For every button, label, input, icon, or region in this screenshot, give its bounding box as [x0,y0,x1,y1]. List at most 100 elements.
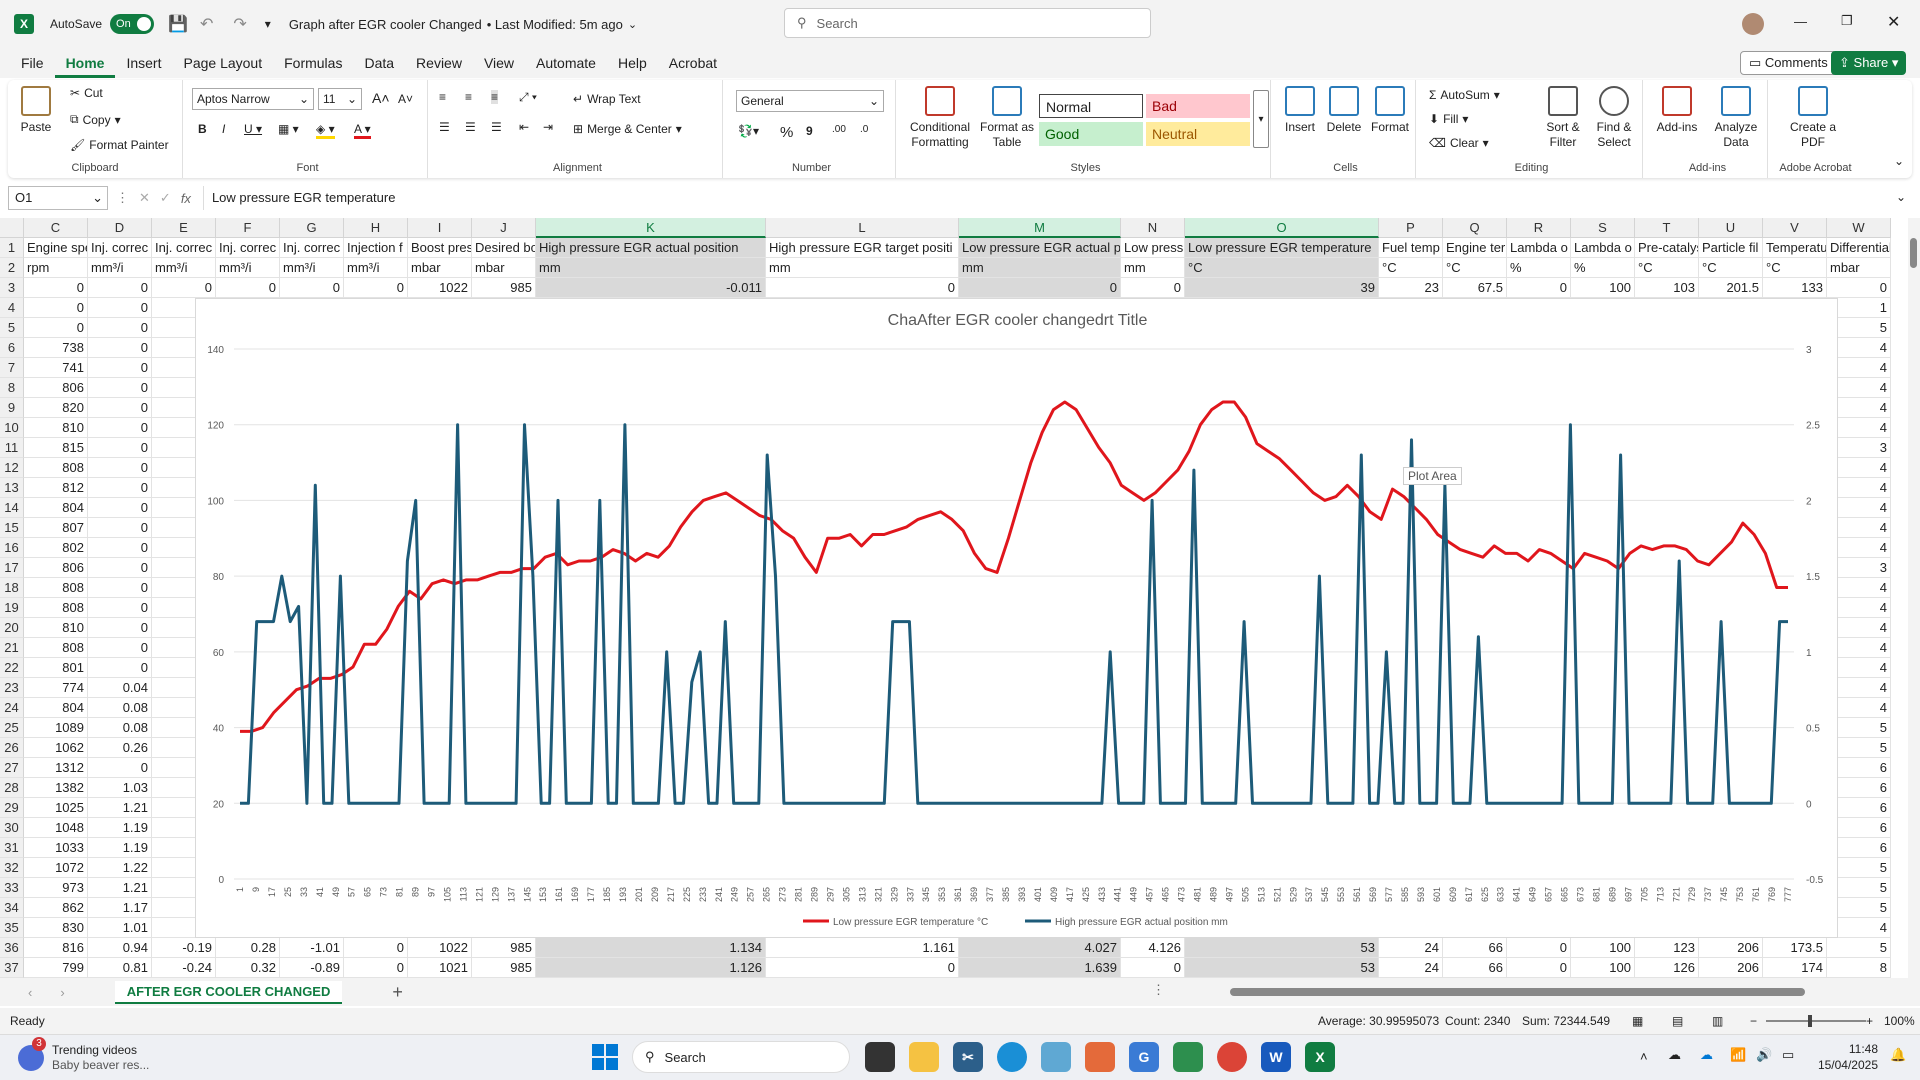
column-header-S[interactable]: S [1571,218,1635,238]
column-header-O[interactable]: O [1185,218,1379,238]
redo-icon[interactable]: ↷ [233,14,246,34]
cell[interactable]: 1.21 [88,798,152,818]
cell[interactable]: mm [959,258,1121,278]
cell[interactable]: 0 [959,278,1121,298]
zoom-in-icon[interactable]: + [1866,1014,1873,1028]
autosum-button[interactable]: Σ AutoSum ▾ [1429,88,1500,102]
widgets-button[interactable]: 3 Trending videos Baby beaver res... [18,1036,149,1073]
cell[interactable]: 738 [24,338,88,358]
cell[interactable]: rpm [24,258,88,278]
scroll-thumb[interactable] [1230,988,1805,996]
cell[interactable]: Lambda o [1507,238,1571,258]
cell[interactable]: 1025 [24,798,88,818]
cell[interactable]: 0 [88,458,152,478]
cell[interactable]: Lambda o [1571,238,1635,258]
cell[interactable]: 1.03 [88,778,152,798]
cell[interactable]: 1.22 [88,858,152,878]
row-header[interactable]: 4 [0,298,24,318]
cell[interactable]: 0 [88,338,152,358]
select-all-corner[interactable] [0,218,24,238]
column-header-I[interactable]: I [408,218,472,238]
cell[interactable]: 4.126 [1121,938,1185,958]
doc-title[interactable]: Graph after EGR cooler Changed [289,17,482,32]
row-header[interactable]: 10 [0,418,24,438]
tab-page-layout[interactable]: Page Layout [172,55,273,78]
conditional-formatting-button[interactable]: Conditional Formatting [905,86,975,150]
tab-data[interactable]: Data [353,55,405,78]
maximize-icon[interactable]: ❐ [1841,13,1853,29]
merge-center-button[interactable]: ⊞ Merge & Center ▾ [573,122,682,136]
zoom-out-icon[interactable]: − [1750,1014,1757,1028]
close-icon[interactable]: ✕ [1887,12,1900,32]
column-header-K[interactable]: K [536,218,766,238]
cell[interactable]: 0 [88,438,152,458]
row-header[interactable]: 12 [0,458,24,478]
enter-icon[interactable]: ✓ [160,190,171,206]
cell[interactable]: 66 [1443,938,1507,958]
tray-chevron-icon[interactable]: ˄ [1640,1049,1648,1064]
cell[interactable]: 100 [1571,958,1635,978]
cell[interactable]: Particle fil [1699,238,1763,258]
cell[interactable]: 24 [1379,938,1443,958]
row-header[interactable]: 24 [0,698,24,718]
row-header[interactable]: 15 [0,518,24,538]
cell[interactable]: 0 [1507,938,1571,958]
row-header[interactable]: 37 [0,958,24,978]
collapse-ribbon-icon[interactable]: ⌄ [1894,154,1904,168]
increase-indent-icon[interactable]: ⇥ [543,120,553,134]
cell[interactable]: 123 [1635,938,1699,958]
row-header[interactable]: 36 [0,938,24,958]
task-view-icon[interactable] [865,1042,895,1072]
row-header[interactable]: 1 [0,238,24,258]
cell[interactable]: 0 [88,578,152,598]
style-bad[interactable]: Bad [1146,94,1250,118]
cell[interactable]: mm³/i [152,258,216,278]
cell[interactable]: 1048 [24,818,88,838]
cell[interactable]: 0.26 [88,738,152,758]
create-pdf-button[interactable]: Create a PDF [1783,86,1843,150]
cell[interactable]: 1.17 [88,898,152,918]
column-header-Q[interactable]: Q [1443,218,1507,238]
cell[interactable]: 0.08 [88,698,152,718]
sort-filter-button[interactable]: Sort & Filter [1539,86,1587,150]
cell[interactable]: 0 [344,938,408,958]
cell[interactable]: 985 [472,958,536,978]
align-top-icon[interactable]: ≡ [439,90,446,104]
cell[interactable]: 973 [24,878,88,898]
row-header[interactable]: 29 [0,798,24,818]
settings-app-icon[interactable] [1041,1042,1071,1072]
cell[interactable]: 0 [1121,958,1185,978]
cell[interactable]: Pre-catalys [1635,238,1699,258]
cell[interactable]: 1022 [408,938,472,958]
comma-icon[interactable]: 9 [806,124,813,138]
cell[interactable]: 985 [472,938,536,958]
row-header[interactable]: 2 [0,258,24,278]
row-header[interactable]: 13 [0,478,24,498]
cell[interactable]: 1072 [24,858,88,878]
fx-icon[interactable]: fx [181,191,191,206]
cell[interactable]: Low press [1121,238,1185,258]
cell[interactable]: 0 [766,958,959,978]
shrink-font-icon[interactable]: A˅ [398,92,413,106]
sheetbar-options-icon[interactable]: ⋮ [1152,982,1165,998]
cell[interactable]: Inj. correc [152,238,216,258]
cell[interactable]: 53 [1185,958,1379,978]
taskbar-search[interactable]: ⚲ Search [632,1041,850,1073]
cell[interactable]: 0.08 [88,718,152,738]
battery-icon[interactable]: ▭ [1782,1047,1794,1063]
name-box[interactable]: O1 ⌄ [8,186,108,210]
clock[interactable]: 11:48 15/04/2025 [1808,1041,1878,1073]
cell[interactable]: 808 [24,458,88,478]
cell[interactable]: Injection f [344,238,408,258]
delete-cells-button[interactable]: Delete [1324,86,1364,135]
cell[interactable]: °C [1763,258,1827,278]
next-sheet-icon[interactable]: › [60,985,64,1000]
column-header-F[interactable]: F [216,218,280,238]
currency-icon[interactable]: 💱▾ [738,124,759,138]
style-good[interactable]: Good [1039,122,1143,146]
status-average[interactable]: Average: 30.99595073 [1318,1014,1439,1028]
cell[interactable]: 0 [24,298,88,318]
format-as-table-button[interactable]: Format as Table [977,86,1037,150]
cell[interactable]: 985 [472,278,536,298]
column-header-E[interactable]: E [152,218,216,238]
